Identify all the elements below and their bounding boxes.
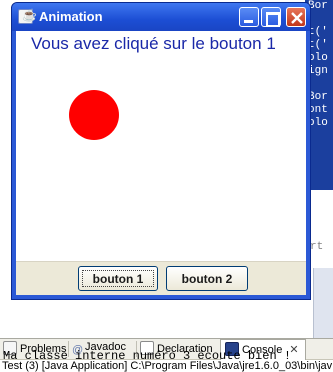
maximize-button[interactable] [261,7,281,27]
editor-line: Bor [308,0,328,12]
red-ball [69,90,119,140]
editor-line: t(' [308,26,328,38]
console-output-line: Ma classe interne numéro 3 écoute bien ! [3,349,292,363]
bouton-1-button[interactable]: bouton 1 [78,266,158,291]
editor-code: Bor t(' t(' olo ign Bor ont olo [308,0,333,130]
drawing-panel: Vous avez cliqué sur le bouton 1 bouton … [16,31,306,295]
editor-scrollbar[interactable] [313,268,333,340]
close-button[interactable] [286,7,306,27]
window-titlebar[interactable]: ☕ Animation [12,3,310,31]
editor-line: olo [308,117,328,129]
bouton-2-label: bouton 2 [181,271,233,286]
click-message: Vous avez cliqué sur le bouton 1 [31,34,276,53]
editor-line: ont [308,104,328,116]
editor-line: Bor [308,91,328,103]
window-title: Animation [39,9,103,24]
bouton-2-button[interactable]: bouton 2 [166,266,248,291]
minimize-button[interactable] [239,7,259,27]
editor-line: ign [308,65,328,77]
editor-word: rt [310,241,324,253]
editor-line: olo [308,52,328,64]
editor-line: t(' [308,39,328,51]
animation-window: ☕ Animation Vous avez cliqué sur le bout… [11,2,311,300]
desktop: Bor t(' t(' olo ign Bor ont olo rt ☕ Ani… [0,0,333,372]
button-panel: bouton 1 bouton 2 [16,261,306,295]
focus-ring [82,270,154,287]
close-icon [291,12,303,24]
java-cup-icon: ☕ [18,8,37,24]
